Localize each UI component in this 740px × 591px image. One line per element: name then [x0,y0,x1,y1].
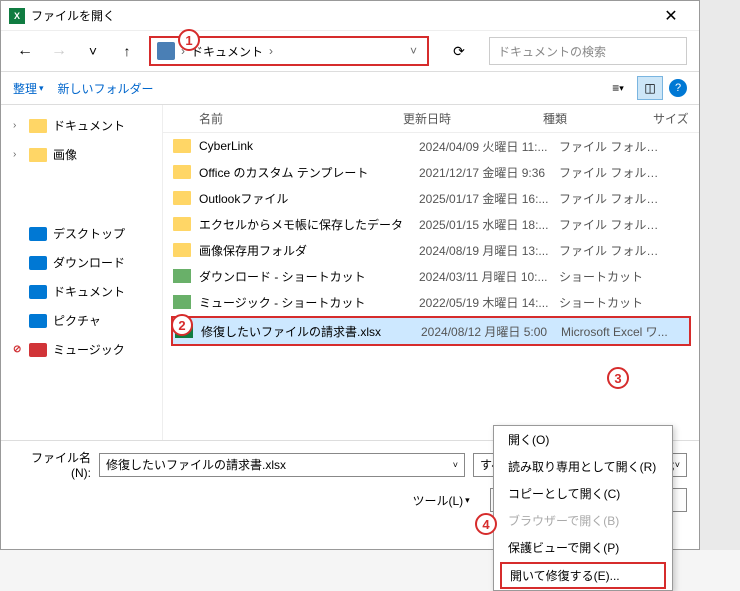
file-date: 2022/05/19 木曜日 14:... [419,294,559,311]
refresh-button[interactable]: ⟳ [447,39,471,63]
file-icon [173,217,191,231]
sidebar-item-pictures[interactable]: ピクチャ [1,306,162,335]
filename-input[interactable]: 修復したいファイルの請求書.xlsx˅ [99,453,465,477]
col-size[interactable]: サイズ [653,110,689,127]
file-row[interactable]: CyberLink2024/04/09 火曜日 11:...ファイル フォルダー [163,133,699,159]
file-type: ファイル フォルダー [559,216,669,233]
search-input[interactable]: ドキュメントの検索 [489,37,687,65]
help-icon[interactable]: ? [669,79,687,97]
menu-browser: ブラウザーで開く(B) [494,507,672,534]
annotation-2: 2 [171,314,193,336]
filename-label: ファイル名(N): [13,449,91,480]
annotation-4: 4 [475,513,497,535]
file-date: 2024/04/09 火曜日 11:... [419,138,559,155]
col-date[interactable]: 更新日時 [403,110,543,127]
chevron-down-icon[interactable]: ˅ [410,44,417,58]
organize-button[interactable]: 整理▾ [13,80,44,97]
toolbar: 整理▾ 新しいフォルダー ≡▾ ◫ ? [1,71,699,105]
sidebar-item-documents[interactable]: ›ドキュメント [1,111,162,140]
open-dropdown-menu: 開く(O) 読み取り専用として開く(R) コピーとして開く(C) ブラウザーで開… [493,425,673,591]
file-name: Outlookファイル [199,190,419,207]
file-row[interactable]: Office のカスタム テンプレート2021/12/17 金曜日 9:36ファ… [163,159,699,185]
file-row[interactable]: ミュージック - ショートカット2022/05/19 木曜日 14:...ショー… [163,289,699,315]
navbar: ← → ˅ ↑ › ドキュメント › ˅ ⟳ ドキュメントの検索 [1,31,699,71]
file-name: Office のカスタム テンプレート [199,164,419,181]
up-button[interactable]: ˅ [81,39,105,63]
preview-pane-icon[interactable]: ◫ [637,76,663,100]
file-type: ファイル フォルダー [559,164,669,181]
file-icon [173,243,191,257]
file-name: 画像保存用フォルダ [199,242,419,259]
file-name: ミュージック - ショートカット [199,294,419,311]
file-type: ファイル フォルダー [559,242,669,259]
column-headers: 名前 更新日時 種類 サイズ [163,105,699,133]
file-list: 名前 更新日時 種類 サイズ CyberLink2024/04/09 火曜日 1… [163,105,699,440]
file-row[interactable]: Outlookファイル2025/01/17 金曜日 16:...ファイル フォル… [163,185,699,211]
file-row[interactable]: ダウンロード - ショートカット2024/03/11 月曜日 10:...ショー… [163,263,699,289]
col-type[interactable]: 種類 [543,110,653,127]
file-type: ショートカット [559,294,669,311]
file-icon [173,295,191,309]
sidebar-item-desktop[interactable]: デスクトップ [1,219,162,248]
close-button[interactable]: ✕ [651,2,691,30]
document-icon [157,42,175,60]
sidebar-item-music[interactable]: ⊘ミュージック [1,335,162,364]
file-row[interactable]: 修復したいファイルの請求書.xlsx2024/08/12 月曜日 5:00Mic… [173,318,689,344]
chevron-right-icon: › [269,44,273,58]
new-folder-button[interactable]: 新しいフォルダー [58,80,154,97]
file-date: 2025/01/17 金曜日 16:... [419,190,559,207]
file-type: ファイル フォルダー [559,138,669,155]
col-name[interactable]: 名前 [173,110,403,127]
menu-protected[interactable]: 保護ビューで開く(P) [494,534,672,561]
file-row[interactable]: 画像保存用フォルダ2024/08/19 月曜日 13:...ファイル フォルダー [163,237,699,263]
file-icon [173,269,191,283]
up-dir-button[interactable]: ↑ [115,39,139,63]
excel-icon: X [9,8,25,24]
sidebar-item-images[interactable]: ›画像 [1,140,162,169]
file-name: ダウンロード - ショートカット [199,268,419,285]
menu-readonly[interactable]: 読み取り専用として開く(R) [494,453,672,480]
forward-button[interactable]: → [47,39,71,63]
file-date: 2024/03/11 月曜日 10:... [419,268,559,285]
file-date: 2025/01/15 水曜日 18:... [419,216,559,233]
file-date: 2021/12/17 金曜日 9:36 [419,164,559,181]
annotation-1: 1 [178,29,200,51]
file-row[interactable]: エクセルからメモ帳に保存したデータ2025/01/15 水曜日 18:...ファ… [163,211,699,237]
back-button[interactable]: ← [13,39,37,63]
file-icon [173,165,191,179]
sidebar: ›ドキュメント ›画像 デスクトップ ダウンロード ドキュメント ピクチャ ⊘ミ… [1,105,163,440]
breadcrumb-label[interactable]: ドキュメント [191,43,263,60]
titlebar: X ファイルを開く ✕ [1,1,699,31]
file-date: 2024/08/19 月曜日 13:... [419,242,559,259]
file-type: ファイル フォルダー [559,190,669,207]
file-name: CyberLink [199,139,419,153]
sidebar-item-documents2[interactable]: ドキュメント [1,277,162,306]
file-name: 修復したいファイルの請求書.xlsx [201,323,421,340]
menu-open[interactable]: 開く(O) [494,426,672,453]
file-type: Microsoft Excel ワ... [561,323,671,340]
tools-button[interactable]: ツール(L) ▾ [412,492,469,509]
file-name: エクセルからメモ帳に保存したデータ [199,216,419,233]
menu-repair[interactable]: 開いて修復する(E)... [500,562,666,589]
annotation-3: 3 [607,367,629,389]
sidebar-item-downloads[interactable]: ダウンロード [1,248,162,277]
file-type: ショートカット [559,268,669,285]
file-icon [173,191,191,205]
menu-copy[interactable]: コピーとして開く(C) [494,480,672,507]
view-list-icon[interactable]: ≡▾ [605,76,631,100]
dialog-title: ファイルを開く [31,7,651,24]
file-icon [173,139,191,153]
file-date: 2024/08/12 月曜日 5:00 [421,323,561,340]
